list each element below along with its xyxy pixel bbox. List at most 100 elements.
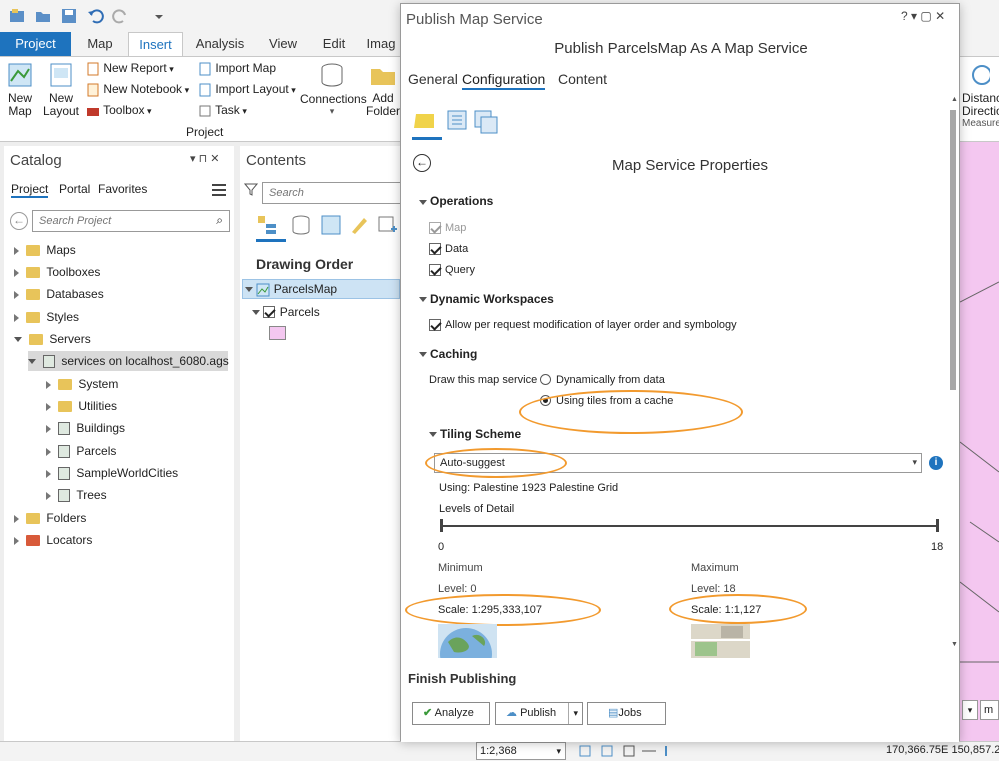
tree-item-sampleworldcities[interactable]: SampleWorldCities (46, 463, 178, 483)
tab-analysis[interactable]: Analysis (190, 32, 250, 56)
info-icon[interactable]: i (929, 456, 943, 470)
catalog-search-box[interactable]: ⌕ (32, 210, 230, 232)
close-icon[interactable]: ✕ (935, 9, 945, 23)
tab-content[interactable]: Content (558, 71, 607, 87)
layer-row[interactable]: Parcels (252, 303, 320, 321)
distance-direction-button[interactable]: Distance Directio Measurem (962, 61, 999, 130)
dropdown-icon[interactable]: ▾ (911, 9, 917, 23)
filter-icon[interactable] (243, 182, 259, 199)
publish-dropdown-icon[interactable]: ▾ (568, 703, 578, 724)
operations-collapse-icon[interactable] (419, 200, 427, 205)
catalog-search-input[interactable] (37, 212, 207, 230)
help-icon[interactable]: ? (901, 9, 908, 23)
tiling-scheme-collapse-icon[interactable] (429, 432, 437, 437)
search-icon[interactable]: ⌕ (216, 213, 223, 228)
map-row[interactable]: ParcelsMap (242, 279, 400, 299)
tab-view[interactable]: View (260, 32, 306, 56)
lod-slider-min-handle[interactable] (440, 519, 443, 532)
data-checkbox[interactable] (429, 243, 441, 255)
tree-item-parcels[interactable]: Parcels (46, 441, 116, 461)
dialog-window-controls: ? ▾ ▢ ✕ (901, 9, 945, 23)
tree-item-utilities[interactable]: Utilities (46, 396, 117, 416)
tree-item-buildings[interactable]: Buildings (46, 418, 125, 438)
catalog-tab-favorites[interactable]: Favorites (98, 182, 147, 196)
catalog-tab-portal[interactable]: Portal (59, 182, 90, 196)
tab-imagery[interactable]: Imag (362, 32, 400, 56)
contents-search-box[interactable] (262, 182, 402, 204)
new-map-icon (8, 63, 32, 87)
new-map-button[interactable]: New Map (4, 61, 36, 118)
status-tools-icons[interactable] (578, 744, 678, 761)
tree-item-trees[interactable]: Trees (46, 485, 107, 505)
tree-item-maps[interactable]: Maps (14, 240, 76, 260)
new-layout-button[interactable]: New Layout (40, 61, 82, 118)
folder-icon (57, 379, 72, 391)
toolbox-button[interactable]: Toolbox ▾ (86, 103, 152, 118)
new-report-button[interactable]: New Report ▾ (86, 61, 174, 76)
caching-collapse-icon[interactable] (419, 352, 427, 357)
tree-item-styles[interactable]: Styles (14, 307, 79, 327)
tree-item-system[interactable]: System (46, 374, 118, 394)
new-project-icon[interactable] (8, 7, 26, 25)
tree-item-folders[interactable]: Folders (14, 508, 86, 528)
capabilities-tab[interactable] (473, 109, 501, 138)
tab-project[interactable]: Project (0, 32, 71, 56)
tree-item-locators[interactable]: Locators (14, 530, 92, 550)
layers-tab[interactable] (445, 109, 471, 136)
menu-icon[interactable] (212, 184, 226, 199)
scrollbar-thumb[interactable] (950, 110, 956, 390)
list-by-editing-icon[interactable] (348, 214, 370, 239)
unit-select[interactable]: m (980, 700, 999, 720)
task-button[interactable]: Task ▾ (198, 103, 247, 118)
list-by-drawing-order-icon[interactable] (256, 214, 286, 242)
section-title: Map Service Properties (612, 157, 768, 174)
undo-icon[interactable] (86, 7, 104, 25)
new-notebook-button[interactable]: New Notebook ▾ (86, 82, 189, 97)
lod-slider-track[interactable] (441, 525, 938, 527)
contents-search-input[interactable] (267, 184, 397, 202)
tab-insert[interactable]: Insert (128, 32, 183, 56)
analyze-button[interactable]: ✔ Analyze (412, 702, 490, 725)
databases-icon (25, 289, 40, 301)
back-icon[interactable]: ← (10, 212, 28, 230)
open-folder-icon[interactable] (34, 7, 52, 25)
allow-modification-checkbox[interactable] (429, 319, 441, 331)
jobs-button[interactable]: ▤Jobs (587, 702, 666, 725)
query-checkbox[interactable] (429, 264, 441, 276)
tab-edit[interactable]: Edit (314, 32, 354, 56)
new-map-label: New Map (7, 91, 32, 118)
tree-item-databases[interactable]: Databases (14, 284, 104, 304)
maximize-icon[interactable]: ▢ (920, 9, 931, 23)
tree-item-connection[interactable]: services on localhost_6080.ags (28, 351, 229, 371)
layer-symbol-swatch[interactable] (269, 326, 286, 340)
map-view[interactable] (959, 142, 999, 742)
tree-item-servers[interactable]: Servers (14, 329, 91, 349)
list-by-source-icon[interactable] (290, 214, 312, 239)
import-layout-button[interactable]: Import Layout ▾ (198, 82, 296, 97)
tab-map[interactable]: Map (78, 32, 122, 56)
lod-slider-max-handle[interactable] (936, 519, 939, 532)
catalog-pane: Catalog ▾ ⊓ ✕ Project Portal Favorites ←… (4, 146, 234, 741)
connections-button[interactable]: Connections ▾ (300, 61, 367, 117)
dialog-scrollbar[interactable]: ▲ ▼ (949, 96, 958, 651)
service-properties-tab[interactable] (412, 108, 442, 140)
redo-icon[interactable] (112, 7, 130, 25)
customize-qat-icon[interactable] (150, 7, 168, 25)
tab-general[interactable]: General (408, 71, 458, 87)
tree-item-toolboxes[interactable]: Toolboxes (14, 262, 100, 282)
tree-label: Toolboxes (46, 265, 101, 279)
list-by-snapping-icon[interactable] (376, 214, 398, 239)
tab-configuration[interactable]: Configuration (462, 71, 546, 90)
layer-visibility-checkbox[interactable] (263, 306, 276, 319)
catalog-options-icon[interactable]: ▾ ⊓ ✕ (190, 152, 219, 165)
dynamic-radio[interactable] (540, 374, 551, 385)
save-icon[interactable] (60, 7, 78, 25)
import-map-button[interactable]: Import Map (198, 61, 276, 76)
unit-dropdown-icon[interactable]: ▾ (962, 700, 978, 720)
list-by-selection-icon[interactable] (320, 214, 342, 239)
add-folder-button[interactable]: Add Folder (366, 61, 400, 118)
map-scale-select[interactable]: 1:2,368 ▾ (476, 742, 566, 760)
catalog-tab-project[interactable]: Project (11, 182, 49, 198)
dynamic-workspaces-collapse-icon[interactable] (419, 297, 427, 302)
publish-button[interactable]: ☁ Publish ▾ (495, 702, 583, 725)
